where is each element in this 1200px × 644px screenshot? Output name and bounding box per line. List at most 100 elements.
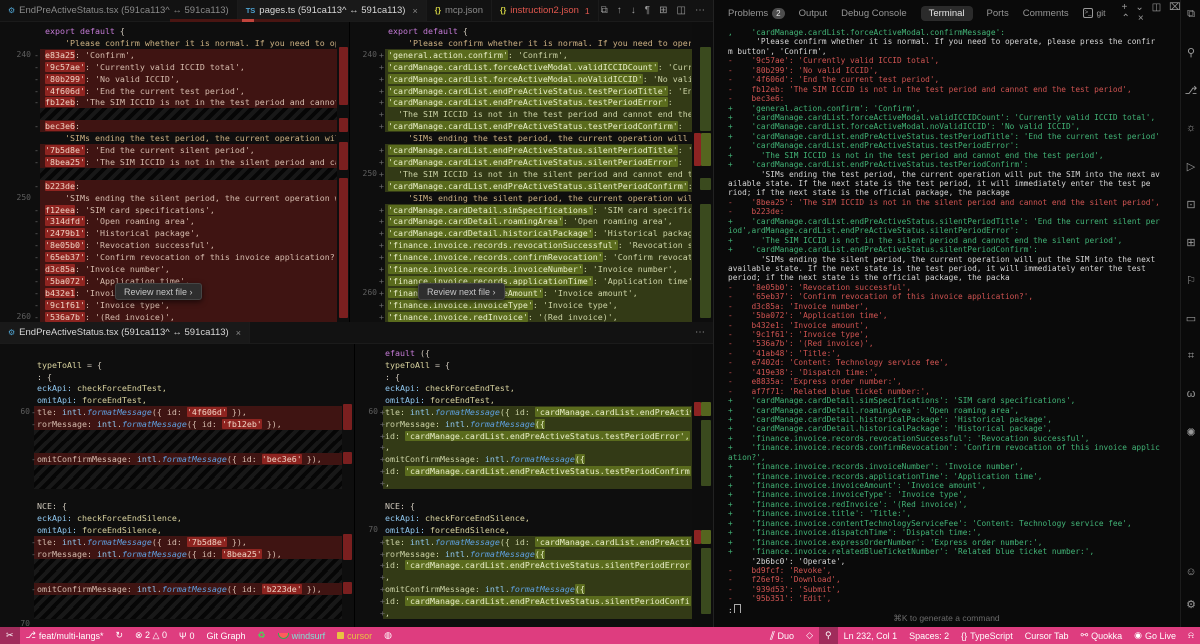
panel-toolbar-icon[interactable]: ⌧ [1169,2,1181,13]
editor-action-icon[interactable]: ⋯ [695,5,705,16]
panel-tab-ports[interactable]: Ports [987,8,1009,19]
panel-tab-problems[interactable]: Problems 2 [728,8,785,19]
bookmark-icon[interactable]: ⚐ [1181,274,1200,287]
terminal-row: + 'finance.invoice.redInvoice': '(Red in… [728,500,1176,509]
terminal-row: + 'general.action.confirm': 'Confirm', [728,104,1176,113]
close-icon[interactable]: × [412,6,417,16]
diff-row: -'4f606d': 'End the current test period'… [0,85,350,97]
close-icon[interactable]: × [236,328,241,338]
terminal-output[interactable]: , 'cardManage.cardList.forceActiveModal.… [728,28,1176,613]
status-item-windsurf[interactable]: windsurf [272,627,332,644]
editor-action-icon[interactable]: ⋯ [695,327,705,338]
remote-explorer-icon[interactable]: ⊡ [1181,198,1200,211]
tab-mcp-json[interactable]: {} mcp.json [427,0,492,21]
settings-gear-icon[interactable]: ⚙ [1181,598,1200,611]
terminal-cursor [734,604,741,613]
tab-pages-ts[interactable]: TS pages.ts (591ca113^ ↔ 591ca113) × [238,0,427,21]
diff-row: eckApi: checkForceEndSilence, [0,512,355,524]
diff-row: +id: 'cardManage.cardList.endPreActiveSt… [355,595,713,607]
panel-toolbar-icon[interactable]: ⌄ [1135,2,1143,13]
explorer-icon[interactable]: ⧉ [1181,8,1200,21]
diff-row: -'9c57ae': 'Currently valid ICCID total'… [0,61,350,73]
diff-original-pane-endpreactive[interactable]: typeToAll = {: {eckApi: checkForceEndTes… [0,344,355,627]
diff-row: +'cardManage.cardDetail.roamingArea': 'O… [350,215,713,227]
editor-action-icon[interactable]: ¶ [645,5,650,16]
test-icon[interactable]: ▷ [1181,160,1200,173]
status-item-zoom-tool[interactable]: ⚲ [819,627,838,644]
status-item-github[interactable]: ◍ [378,627,398,644]
status-item-cursor-tab[interactable]: Cursor Tab [1019,627,1075,644]
review-next-file-button[interactable]: Review next file › [115,283,202,300]
status-item-indentation[interactable]: Spaces: 2 [903,627,955,644]
status-item-remote-indicator[interactable]: ✂ [0,627,20,644]
panel-toolbar-icon[interactable]: × [1138,13,1144,24]
tab-endpreactivestatus-top[interactable]: ⚙ EndPreActiveStatus.tsx (591ca113^ ↔ 59… [0,0,238,21]
review-next-file-button[interactable]: Review next file › [418,283,505,300]
panel-toolbar-icon[interactable]: + [1121,2,1127,13]
terminal-profile[interactable]: >_ git [1083,8,1106,18]
tab-instruction2-json[interactable]: {} instruction2.json 1 [492,0,599,21]
diff-row [0,477,355,489]
editor-action-icon[interactable]: ⊞ [659,5,667,16]
diff-modified-pane-endpreactive[interactable]: efault ({typeToAll = {: {eckApi: checkFo… [355,344,713,627]
diff-row: +'cardManage.cardList.endPreActiveStatus… [350,120,713,132]
status-item-notifications-bell[interactable]: ⍾ [1182,627,1200,644]
status-item-cursor[interactable]: cursor [331,627,378,644]
status-item-git-graph[interactable]: Git Graph [201,627,252,644]
editor-action-icon[interactable]: ↓ [631,5,636,16]
debug-icon[interactable]: ☼ [1181,122,1200,134]
hierarchy-icon[interactable]: ⌗ [1181,350,1200,363]
status-item-language-mode[interactable]: {}TypeScript [955,627,1019,644]
extensions-icon[interactable]: ⊞ [1181,236,1200,249]
diff-row [355,618,713,627]
diff-row: typeToAll = { [355,359,713,371]
source-control-icon[interactable]: ⎇ [1181,84,1200,97]
diff-splitter[interactable] [354,344,355,627]
status-item-sync[interactable]: ↻ [109,627,129,644]
forwarded-ports-icon: Ψ [179,631,187,641]
diff-modified-pane-pages[interactable]: export default { 'Please confirm whether… [350,22,713,322]
editor-action-icon[interactable]: ↑ [617,5,622,16]
status-item-duo[interactable]: ∥Duo [764,627,800,644]
search-icon[interactable]: ⚲ [1181,46,1200,59]
diff-row: 'SIMs ending the silent period, the curr… [350,192,713,204]
panel-tab-output[interactable]: Output [799,8,828,19]
editor-action-icon[interactable]: ⧉ [601,5,608,16]
panel-tab-terminal[interactable]: Terminal [921,6,973,21]
quokka-icon[interactable]: ✺ [1181,426,1200,439]
git-branch-icon: ⎇ [26,630,36,641]
json-file-icon: {} [435,6,441,15]
diff-row [0,108,350,120]
bottom-panel: Problems 2 Output Debug Console Terminal… [713,0,1180,627]
panel-tab-debug-console[interactable]: Debug Console [841,8,907,19]
gitlab-icon[interactable]: ω [1181,388,1200,400]
terminal-row: riod; if the next state is the official … [728,188,1176,197]
diff-original-pane-pages[interactable]: export default { 'Please confirm whether… [0,22,350,322]
panel-tab-comments[interactable]: Comments [1023,8,1069,19]
diff-row: -d3c85a: 'Invoice number', [0,263,350,275]
diff-row: 'SIMs ending the test period, the curren… [0,132,350,144]
status-item-quokka[interactable]: ⚯Quokka [1075,627,1129,644]
diff-row: +'cardManage.cardList.forceActiveModal.v… [350,61,713,73]
minimap[interactable] [692,344,713,627]
status-item-git-branch[interactable]: ⎇feat/multi-langs* [20,627,110,644]
editor-action-icon[interactable]: ◫ [677,5,686,16]
status-item-problems[interactable]: ⊗ 2 △ 0 [129,627,173,644]
terminal-row: 'Please confirm whether it is normal. If… [728,37,1176,46]
tab-endpreactivestatus-bottom[interactable]: ⚙ EndPreActiveStatus.tsx (591ca113^ ↔ 59… [0,322,250,343]
status-item-go-live[interactable]: ◉Go Live [1128,627,1182,644]
diff-row: efault ({ [355,347,713,359]
panel-toolbar-icon[interactable]: ⌃ [1121,13,1129,24]
account-icon[interactable]: ☺ [1181,566,1200,578]
terminal-row: - '4f606d': 'End the current test period… [728,75,1176,84]
panel-toolbar-icon[interactable]: ◫ [1152,2,1161,13]
status-item-forwarded-ports[interactable]: Ψ0 [173,627,201,644]
minimap[interactable] [692,22,713,322]
status-item-cursor-position[interactable]: Ln 232, Col 1 [838,627,904,644]
terminal-row: - '536a7b': '(Red invoice)', [728,339,1176,348]
status-label: Duo [778,631,795,641]
diff-row: -rorMessage: intl.formatMessage({ id: '8… [0,548,355,560]
status-item-diamond[interactable]: ◇ [800,627,819,644]
status-item-recycle[interactable]: ♻ [252,627,272,644]
folder-icon[interactable]: ▭ [1181,312,1200,325]
